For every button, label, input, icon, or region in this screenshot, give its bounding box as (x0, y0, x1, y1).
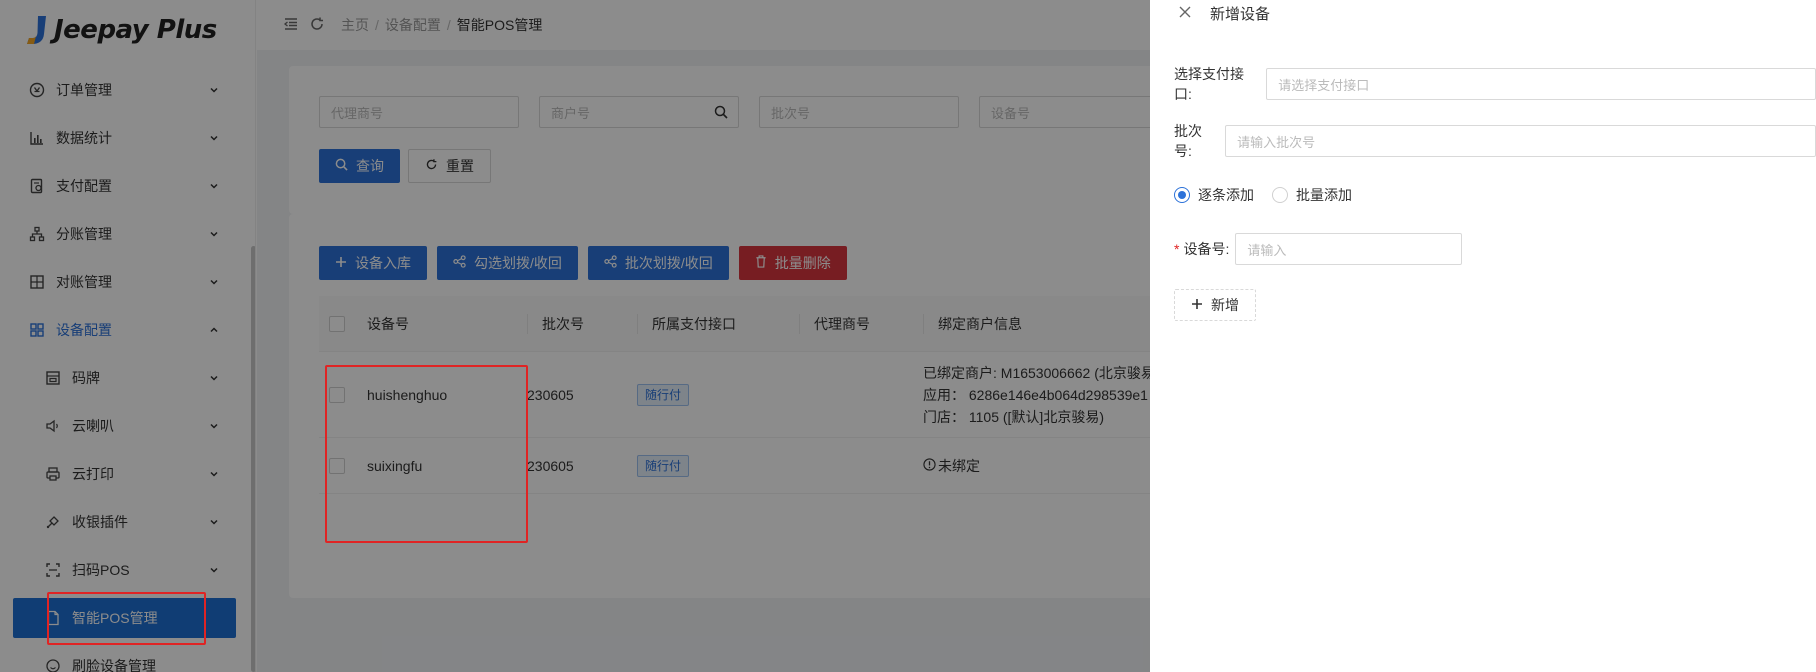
add-device-button[interactable]: 新增 (1174, 289, 1256, 321)
drawer-header: 新增设备 (1150, 0, 1816, 26)
add-device-label: 新增 (1211, 297, 1239, 313)
interface-row: 选择支付接口: 请选择支付接口 (1174, 64, 1816, 104)
add-row: 新增 (1174, 289, 1256, 321)
drawer-title: 新增设备 (1210, 5, 1271, 23)
batch-add-radio[interactable] (1272, 187, 1288, 203)
batch-row: 批次号: 请输入批次号 (1174, 121, 1816, 161)
plus-icon (1191, 297, 1203, 313)
drawer-mask[interactable] (0, 0, 1150, 672)
close-icon[interactable] (1178, 4, 1192, 22)
device-label: 设备号: (1183, 241, 1230, 257)
batch-label: 批次号: (1174, 123, 1202, 159)
add-device-drawer: 新增设备 选择支付接口: 请选择支付接口 批次号: 请输入批次号 逐条添加 批量… (1150, 0, 1816, 672)
highlight-device-column (325, 365, 528, 543)
single-add-label[interactable]: 逐条添加 (1198, 185, 1254, 205)
device-row: * 设备号: 请输入 (1174, 233, 1463, 265)
batch-input[interactable]: 请输入批次号 (1225, 125, 1816, 157)
required-mark: * (1174, 241, 1180, 257)
mode-row: 逐条添加 批量添加 (1174, 185, 1352, 205)
interface-label: 选择支付接口: (1174, 66, 1244, 102)
interface-select[interactable]: 请选择支付接口 (1266, 68, 1816, 100)
highlight-active-menu (47, 592, 206, 645)
batch-add-label[interactable]: 批量添加 (1296, 185, 1352, 205)
device-input[interactable]: 请输入 (1235, 233, 1463, 265)
single-add-radio[interactable] (1174, 187, 1190, 203)
